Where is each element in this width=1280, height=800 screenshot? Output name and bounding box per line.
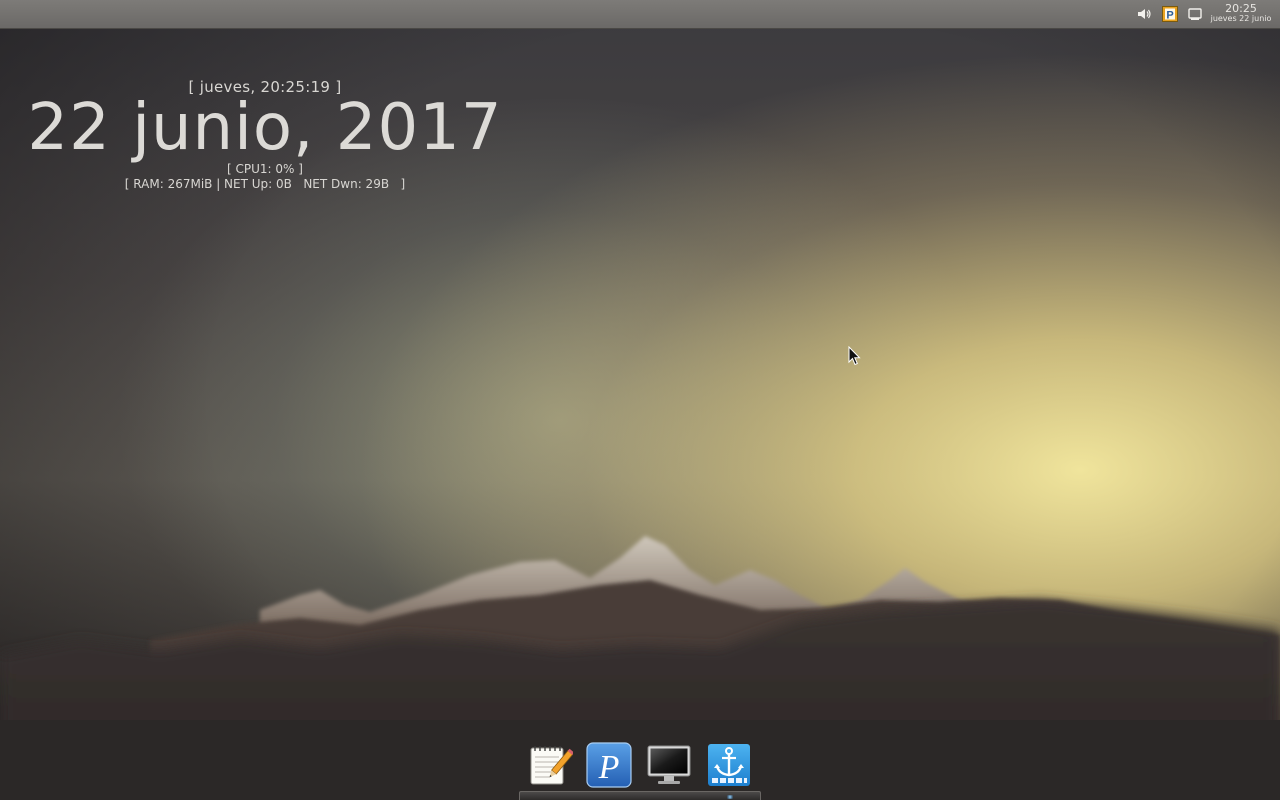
window-icon[interactable] xyxy=(1187,6,1203,22)
panel-clock[interactable]: 20:25 jueves 22 junio xyxy=(1206,3,1276,23)
mouse-cursor-icon xyxy=(848,346,861,366)
p-app-icon[interactable]: P xyxy=(1162,6,1178,22)
volume-icon[interactable] xyxy=(1136,6,1152,22)
p-app-icon[interactable]: P xyxy=(586,742,632,788)
conky-date: 22 junio, 2017 xyxy=(27,91,503,165)
conky-stats: [ RAM: 267MiB | NET Up: 0B NET Dwn: 29B … xyxy=(124,177,406,191)
svg-text:P: P xyxy=(1166,10,1173,22)
monitor-icon[interactable] xyxy=(646,742,692,788)
dock: P xyxy=(519,738,761,800)
clock-date: jueves 22 junio xyxy=(1210,14,1272,23)
anchor-icon[interactable] xyxy=(706,742,752,788)
svg-text:P: P xyxy=(598,749,620,786)
desktop[interactable]: P 20:25 jueves 22 junio [ jueves, 20:25:… xyxy=(0,0,1280,800)
dock-active-indicator xyxy=(727,795,733,799)
top-panel: P 20:25 jueves 22 junio xyxy=(0,0,1280,29)
dock-shelf xyxy=(519,791,761,800)
text-editor-icon[interactable] xyxy=(527,742,573,788)
clock-time: 20:25 xyxy=(1225,2,1257,15)
conky-widget: [ jueves, 20:25:19 ] 22 junio, 2017 [ CP… xyxy=(20,78,510,192)
